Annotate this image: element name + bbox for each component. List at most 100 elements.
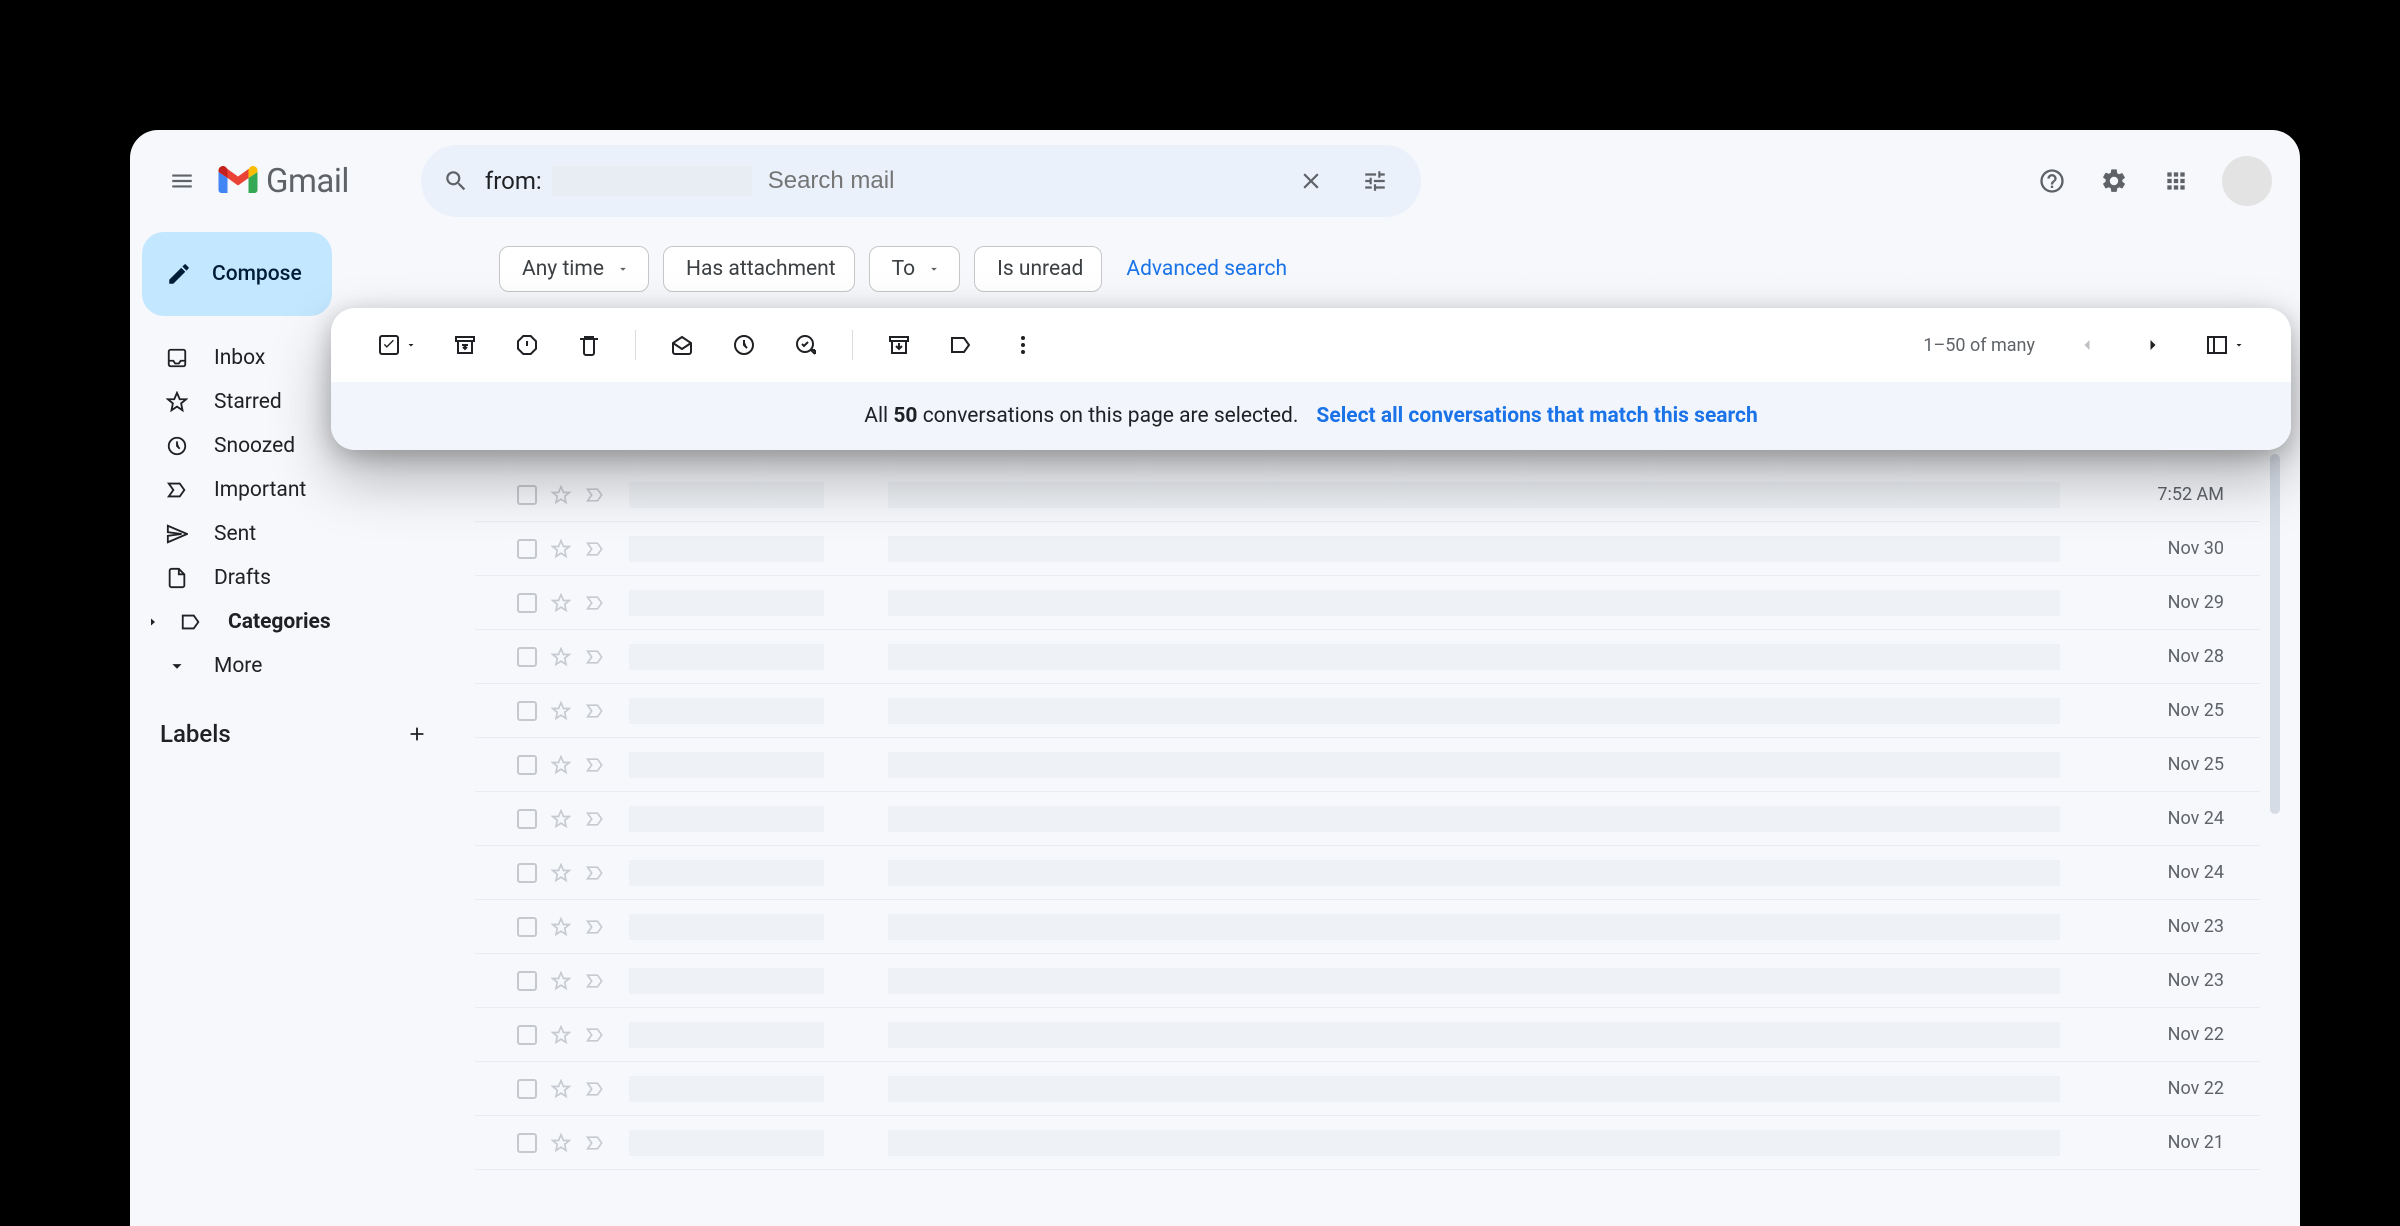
snooze-button[interactable] xyxy=(714,321,774,369)
search-options-button[interactable] xyxy=(1351,157,1399,205)
sender-placeholder xyxy=(629,1130,824,1156)
labels-button[interactable] xyxy=(931,321,991,369)
search-input[interactable] xyxy=(768,167,1271,195)
advanced-search-link[interactable]: Advanced search xyxy=(1126,257,1287,281)
apps-button[interactable] xyxy=(2152,157,2200,205)
star-icon[interactable] xyxy=(551,593,571,613)
star-icon[interactable] xyxy=(551,539,571,559)
gmail-logo[interactable]: Gmail xyxy=(218,162,349,201)
important-icon[interactable] xyxy=(585,701,605,721)
select-all-matching-link[interactable]: Select all conversations that match this… xyxy=(1316,404,1757,428)
star-icon[interactable] xyxy=(551,917,571,937)
mail-row[interactable]: Nov 23 xyxy=(475,900,2260,954)
clock-icon xyxy=(732,333,756,357)
mail-date: Nov 28 xyxy=(2134,646,2224,667)
mail-row[interactable]: Nov 30 xyxy=(475,522,2260,576)
more-actions-button[interactable] xyxy=(993,321,1053,369)
scrollbar-thumb[interactable] xyxy=(2270,454,2280,814)
mail-row[interactable]: Nov 24 xyxy=(475,792,2260,846)
subject-placeholder xyxy=(888,860,2060,886)
star-icon[interactable] xyxy=(551,971,571,991)
inbox-icon xyxy=(166,347,188,369)
mail-row[interactable]: Nov 24 xyxy=(475,846,2260,900)
star-icon[interactable] xyxy=(551,485,571,505)
important-icon[interactable] xyxy=(585,1133,605,1153)
important-icon[interactable] xyxy=(585,1079,605,1099)
support-button[interactable] xyxy=(2028,157,2076,205)
row-checkbox[interactable] xyxy=(517,863,537,883)
row-checkbox[interactable] xyxy=(517,971,537,991)
sidebar-item-sent[interactable]: Sent xyxy=(130,512,463,556)
star-icon[interactable] xyxy=(551,809,571,829)
report-spam-button[interactable] xyxy=(497,321,557,369)
select-all-checkbox[interactable] xyxy=(361,321,433,369)
mail-row[interactable]: Nov 21 xyxy=(475,1116,2260,1170)
sender-placeholder xyxy=(629,1076,824,1102)
star-icon[interactable] xyxy=(551,755,571,775)
mail-row[interactable]: Nov 25 xyxy=(475,738,2260,792)
row-checkbox[interactable] xyxy=(517,809,537,829)
star-icon[interactable] xyxy=(551,863,571,883)
star-icon[interactable] xyxy=(551,1025,571,1045)
mail-row[interactable]: Nov 29 xyxy=(475,576,2260,630)
nav-label: Snoozed xyxy=(214,434,295,458)
important-icon[interactable] xyxy=(585,755,605,775)
chip-to[interactable]: To xyxy=(869,246,961,292)
chip-label: Has attachment xyxy=(686,257,836,281)
row-checkbox[interactable] xyxy=(517,1025,537,1045)
row-checkbox[interactable] xyxy=(517,539,537,559)
star-icon[interactable] xyxy=(551,1079,571,1099)
chip-any-time[interactable]: Any time xyxy=(499,246,649,292)
main-menu-button[interactable] xyxy=(158,157,206,205)
sidebar-item-more[interactable]: More xyxy=(130,644,463,688)
next-page-button[interactable] xyxy=(2123,321,2183,369)
settings-button[interactable] xyxy=(2090,157,2138,205)
archive-button[interactable] xyxy=(435,321,495,369)
star-icon[interactable] xyxy=(551,701,571,721)
row-checkbox[interactable] xyxy=(517,1133,537,1153)
important-icon[interactable] xyxy=(585,539,605,559)
row-checkbox[interactable] xyxy=(517,917,537,937)
mail-row[interactable]: Nov 25 xyxy=(475,684,2260,738)
important-icon[interactable] xyxy=(585,809,605,829)
move-to-icon xyxy=(887,333,911,357)
mail-date: Nov 30 xyxy=(2134,538,2224,559)
important-icon[interactable] xyxy=(585,593,605,613)
tune-icon xyxy=(1362,168,1388,194)
important-icon[interactable] xyxy=(585,917,605,937)
row-checkbox[interactable] xyxy=(517,593,537,613)
important-icon[interactable] xyxy=(585,863,605,883)
mail-row[interactable]: Nov 23 xyxy=(475,954,2260,1008)
add-label-button[interactable] xyxy=(399,716,435,752)
important-icon[interactable] xyxy=(585,1025,605,1045)
compose-button[interactable]: Compose xyxy=(142,232,332,316)
delete-button[interactable] xyxy=(559,321,619,369)
split-pane-button[interactable] xyxy=(2189,321,2261,369)
mark-unread-button[interactable] xyxy=(652,321,712,369)
sidebar-item-drafts[interactable]: Drafts xyxy=(130,556,463,600)
mail-row[interactable]: Nov 22 xyxy=(475,1062,2260,1116)
mail-row[interactable]: Nov 22 xyxy=(475,1008,2260,1062)
prev-page-button[interactable] xyxy=(2057,321,2117,369)
star-icon[interactable] xyxy=(551,647,571,667)
chip-is-unread[interactable]: Is unread xyxy=(974,246,1102,292)
clear-search-button[interactable] xyxy=(1287,157,1335,205)
row-checkbox[interactable] xyxy=(517,1079,537,1099)
move-to-button[interactable] xyxy=(869,321,929,369)
search-bar[interactable]: from: xyxy=(421,145,1421,217)
important-icon[interactable] xyxy=(585,485,605,505)
mail-row[interactable]: 7:52 AM xyxy=(475,468,2260,522)
row-checkbox[interactable] xyxy=(517,755,537,775)
add-task-button[interactable] xyxy=(776,321,836,369)
star-icon[interactable] xyxy=(551,1133,571,1153)
important-icon[interactable] xyxy=(585,647,605,667)
row-checkbox[interactable] xyxy=(517,485,537,505)
account-avatar[interactable] xyxy=(2222,156,2272,206)
important-icon[interactable] xyxy=(585,971,605,991)
row-checkbox[interactable] xyxy=(517,647,537,667)
chip-has-attachment[interactable]: Has attachment xyxy=(663,246,855,292)
sidebar-item-important[interactable]: Important xyxy=(130,468,463,512)
sidebar-item-categories[interactable]: Categories xyxy=(130,600,463,644)
row-checkbox[interactable] xyxy=(517,701,537,721)
mail-row[interactable]: Nov 28 xyxy=(475,630,2260,684)
